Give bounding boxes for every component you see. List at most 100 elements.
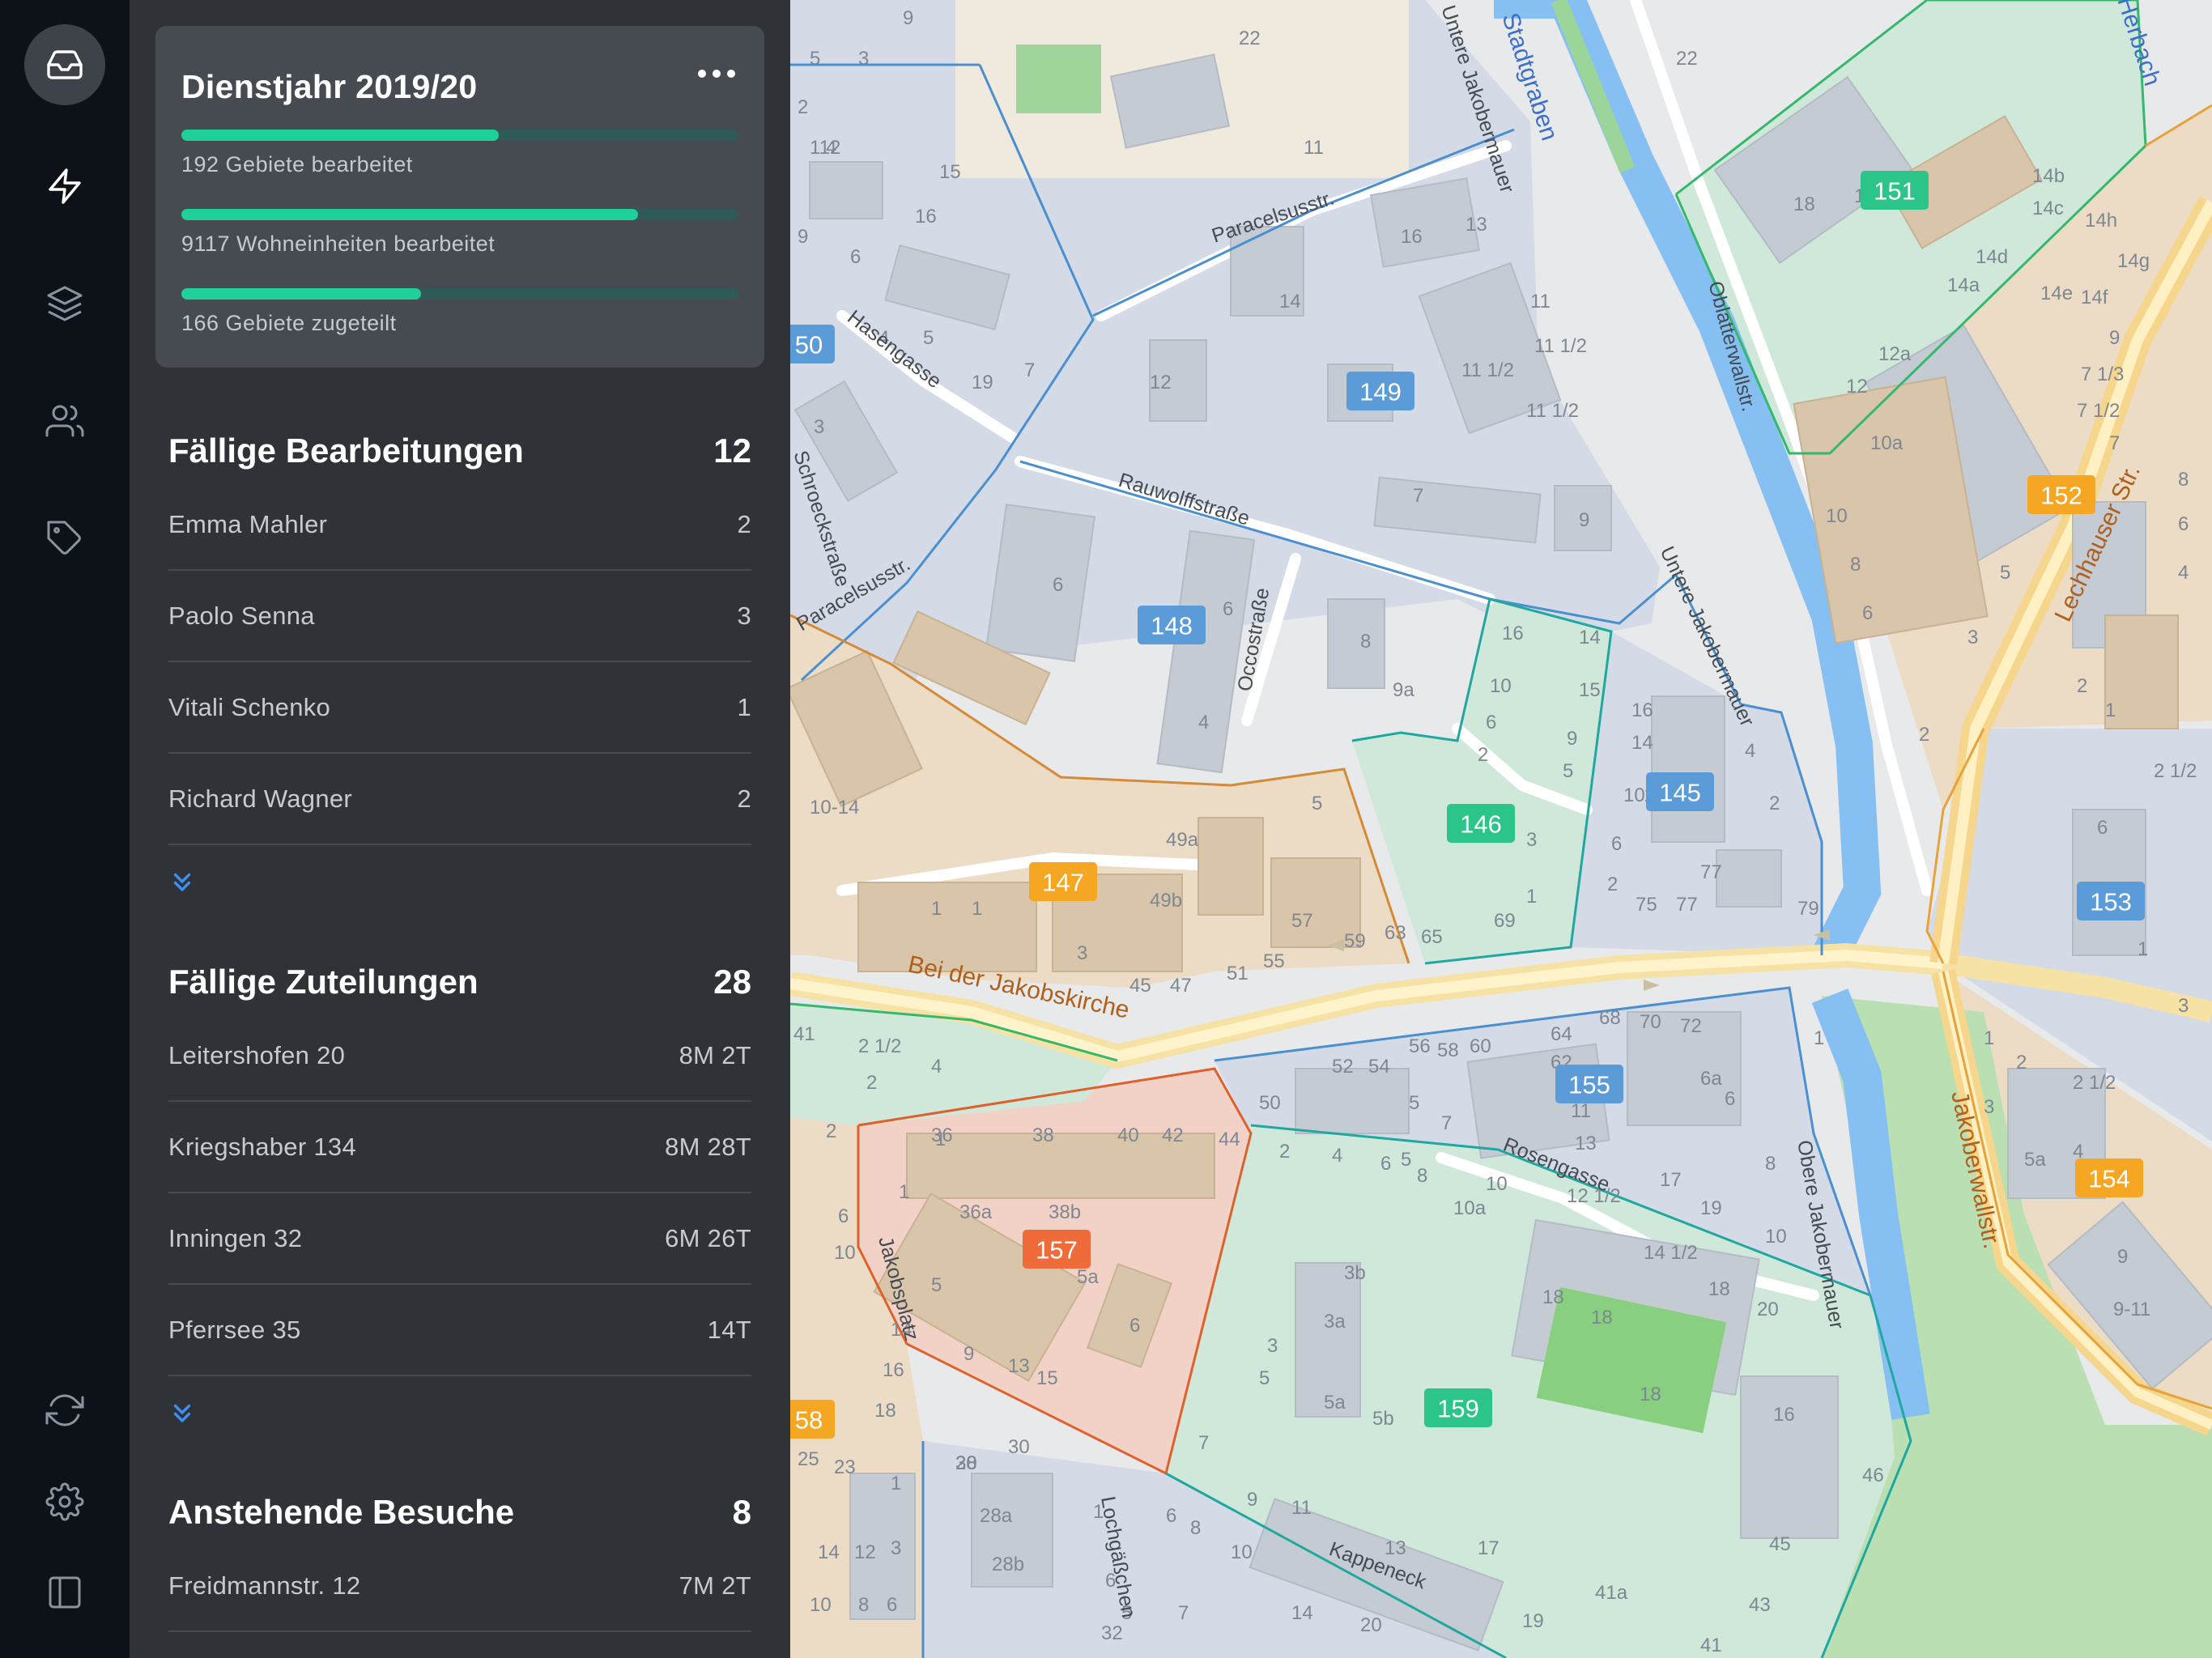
svg-text:10: 10: [1765, 1226, 1787, 1248]
svg-text:2 1/2: 2 1/2: [2073, 1072, 2116, 1094]
svg-text:3: 3: [2178, 995, 2189, 1017]
svg-text:8: 8: [1417, 1165, 1427, 1187]
svg-text:5a: 5a: [2024, 1149, 2046, 1171]
territory-badge-145[interactable]: 145: [1646, 772, 1714, 811]
svg-text:18: 18: [1640, 1384, 1661, 1405]
lightning-icon[interactable]: [24, 146, 105, 227]
svg-text:4: 4: [826, 137, 836, 159]
svg-text:3: 3: [814, 416, 824, 438]
svg-text:49b: 49b: [1150, 890, 1182, 912]
svg-text:12: 12: [1846, 376, 1868, 397]
svg-text:16: 16: [883, 1359, 904, 1381]
item-name: Leitershofen 20: [168, 1040, 346, 1069]
svg-text:7: 7: [1198, 1432, 1209, 1454]
svg-text:16: 16: [915, 206, 937, 227]
territory-badge-148[interactable]: 148: [1138, 606, 1206, 644]
svg-text:2: 2: [1919, 724, 1929, 746]
svg-text:1: 1: [1984, 1027, 1994, 1049]
svg-text:2: 2: [1769, 793, 1780, 814]
chevrons-down-icon[interactable]: [168, 1376, 751, 1449]
territory-badge-159[interactable]: 159: [1424, 1388, 1492, 1427]
svg-text:154: 154: [2088, 1165, 2130, 1193]
svg-text:6a: 6a: [1700, 1068, 1722, 1090]
svg-text:38: 38: [1032, 1124, 1054, 1146]
svg-text:10a: 10a: [1870, 432, 1904, 454]
territory-badge-155[interactable]: 155: [1555, 1065, 1623, 1103]
item-value: 6M 26T: [665, 1223, 751, 1252]
svg-text:41: 41: [793, 1023, 815, 1045]
sidebar-toggle-icon[interactable]: [24, 1552, 105, 1633]
item-value: 2: [737, 509, 751, 538]
svg-text:13: 13: [1008, 1355, 1030, 1377]
territory-badge-50[interactable]: 50: [783, 325, 835, 363]
list-item[interactable]: Freidmannstr. 12 7M 2T: [168, 1541, 751, 1632]
svg-text:1: 1: [899, 1181, 909, 1203]
territory-badge-152[interactable]: 152: [2027, 475, 2095, 514]
svg-text:157: 157: [1036, 1236, 1078, 1265]
territory-badge-149[interactable]: 149: [1346, 372, 1414, 410]
list-item[interactable]: Pferrsee 35 14T: [168, 1285, 751, 1376]
svg-text:145: 145: [1659, 779, 1701, 807]
territory-badge-58[interactable]: 58: [783, 1400, 835, 1439]
section-header: Fällige Zuteilungen 28: [168, 954, 751, 1010]
section-title: Fällige Zuteilungen: [168, 963, 479, 1001]
svg-text:38b: 38b: [1049, 1201, 1081, 1223]
svg-text:9: 9: [1567, 728, 1577, 750]
territory-badge-147[interactable]: 147: [1029, 862, 1097, 901]
svg-text:70: 70: [1640, 1011, 1661, 1033]
list-item[interactable]: Emma Mahler 2: [168, 479, 751, 571]
territory-badge-151[interactable]: 151: [1861, 171, 1929, 210]
list-item[interactable]: Inningen 32 6M 26T: [168, 1193, 751, 1285]
svg-text:8: 8: [858, 1594, 869, 1616]
svg-text:14c: 14c: [2032, 198, 2064, 219]
svg-text:6: 6: [2097, 817, 2108, 839]
territory-badge-157[interactable]: 157: [1023, 1230, 1091, 1269]
users-icon[interactable]: [24, 380, 105, 461]
list-item[interactable]: Kriegshaber 134 8M 28T: [168, 1102, 751, 1193]
svg-text:45: 45: [1769, 1533, 1791, 1555]
svg-text:58: 58: [1437, 1039, 1459, 1061]
svg-text:5: 5: [1409, 1092, 1419, 1114]
svg-text:6: 6: [850, 246, 861, 268]
more-horizontal-icon[interactable]: [698, 70, 735, 78]
progress-fill: [181, 209, 639, 220]
svg-text:14b: 14b: [2032, 165, 2065, 187]
chevrons-down-icon[interactable]: [168, 845, 751, 918]
svg-text:7: 7: [2109, 432, 2120, 454]
svg-text:19: 19: [1700, 1197, 1722, 1219]
settings-gear-icon[interactable]: [24, 1461, 105, 1542]
svg-text:7: 7: [1413, 485, 1423, 507]
list-item[interactable]: Leitershofen 20 8M 2T: [168, 1010, 751, 1102]
svg-text:75: 75: [1636, 894, 1657, 916]
item-name: Freidmannstr. 12: [168, 1571, 361, 1600]
list-item[interactable]: Richard Wagner 2: [168, 754, 751, 845]
inbox-icon[interactable]: [24, 24, 105, 105]
svg-text:1: 1: [1526, 886, 1537, 908]
svg-text:10: 10: [1486, 1173, 1508, 1195]
layers-icon[interactable]: [24, 263, 105, 344]
service-year-title: Dienstjahr 2019/20: [181, 68, 478, 105]
svg-text:9: 9: [963, 1343, 974, 1365]
svg-text:9: 9: [2117, 1246, 2128, 1268]
svg-text:72: 72: [1680, 1015, 1702, 1037]
list-item[interactable]: Paolo Senna 3: [168, 571, 751, 662]
svg-text:4: 4: [1198, 712, 1209, 733]
svg-text:52: 52: [1332, 1056, 1354, 1078]
territory-badge-146[interactable]: 146: [1447, 804, 1515, 843]
territory-badge-154[interactable]: 154: [2075, 1158, 2143, 1197]
svg-text:13: 13: [1385, 1537, 1406, 1559]
progress-bar: [181, 130, 738, 141]
svg-text:15: 15: [1579, 679, 1601, 701]
svg-text:18: 18: [1793, 193, 1815, 215]
nav-rail: [0, 0, 130, 1658]
svg-text:1: 1: [1814, 1027, 1824, 1049]
svg-text:6: 6: [838, 1205, 849, 1227]
svg-text:19: 19: [972, 372, 993, 393]
svg-text:2: 2: [798, 96, 808, 118]
sync-icon[interactable]: [24, 1370, 105, 1451]
section-count: 28: [713, 963, 751, 1001]
list-item[interactable]: Vitali Schenko 1: [168, 662, 751, 754]
territory-badge-153[interactable]: 153: [2077, 882, 2145, 920]
svg-text:11 1/2: 11 1/2: [1461, 359, 1514, 381]
tag-icon[interactable]: [24, 498, 105, 579]
